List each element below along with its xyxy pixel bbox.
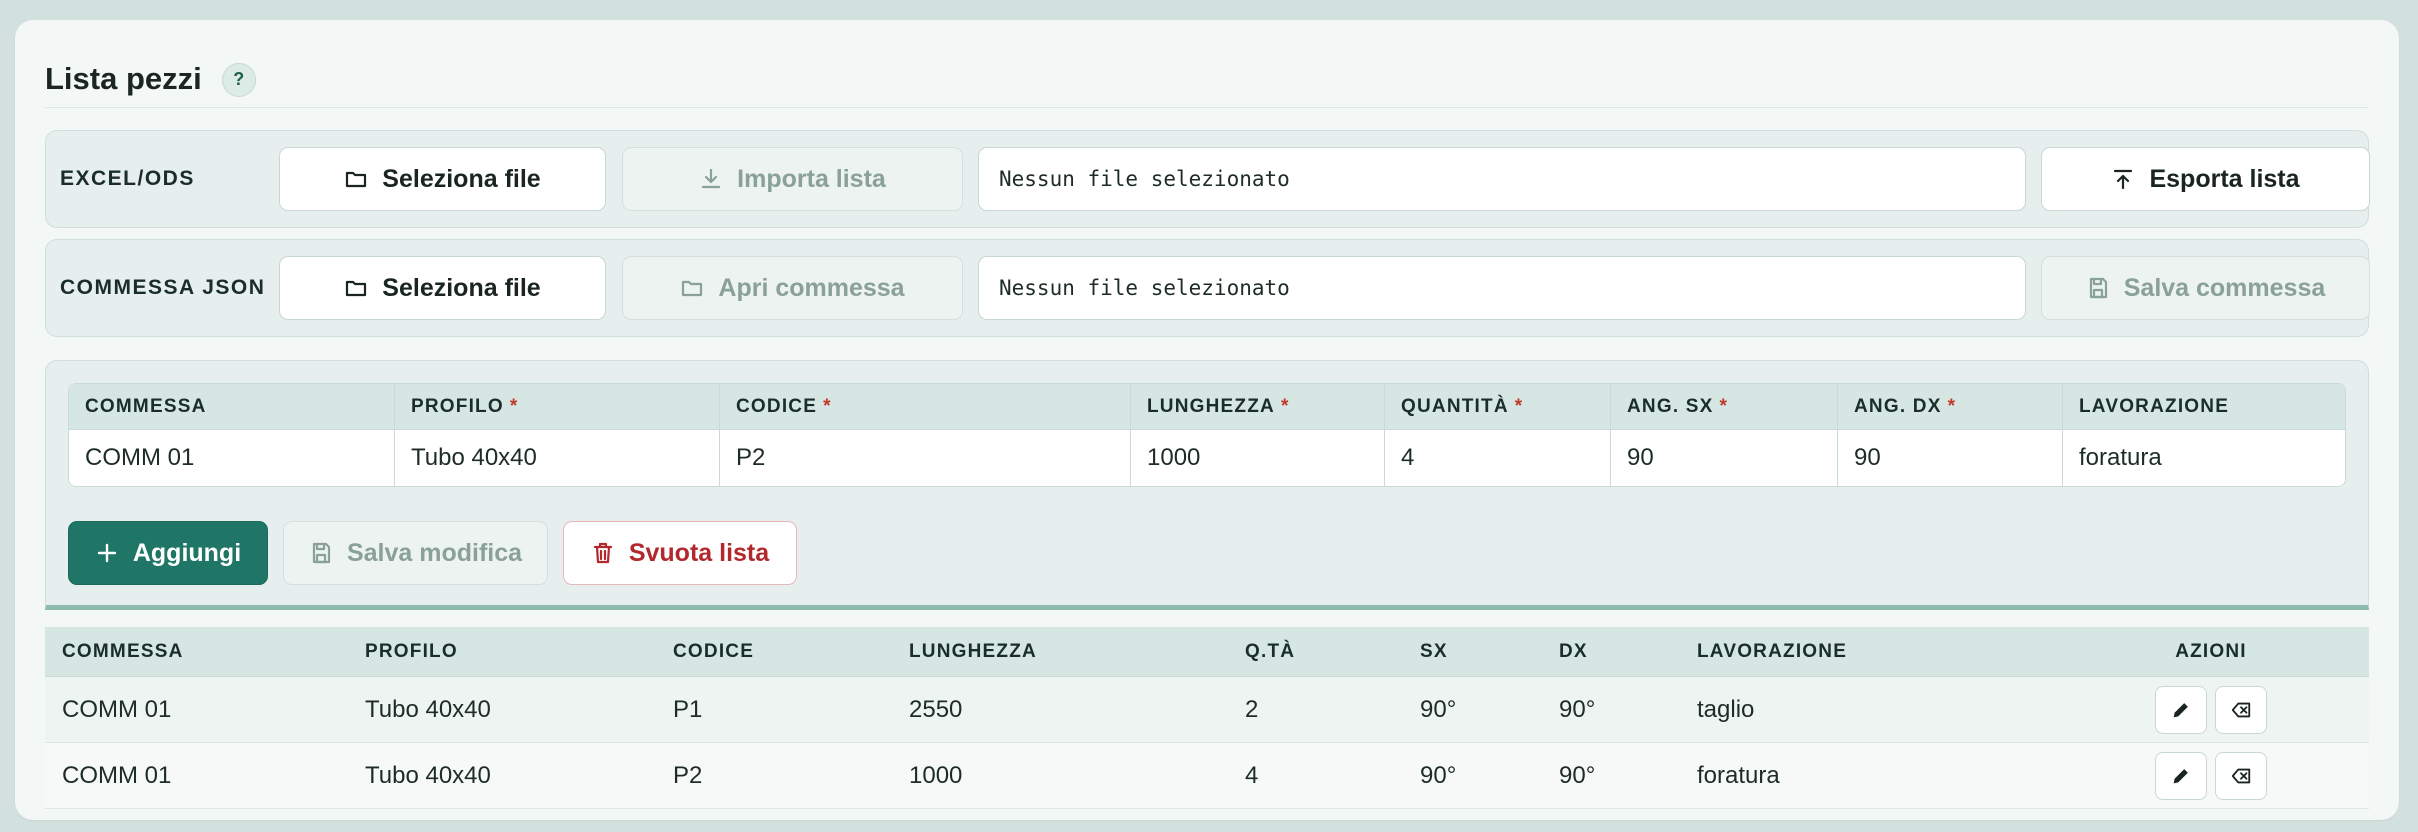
column-header: LUNGHEZZA: [909, 640, 1037, 662]
form-header-cell: LAVORAZIONE: [2079, 395, 2230, 417]
form-inputs: COMM 01 Tubo 40x40 P2 1000 4 90 90 forat…: [69, 429, 2345, 486]
column-header: LAVORAZIONE: [1697, 640, 1848, 662]
piece-form: COMMESSA PROFILO * CODICE * LUNGHEZZA * QUA…: [68, 383, 2346, 487]
save-edit-button[interactable]: Salva modifica: [283, 521, 548, 585]
cell-sx: 90°: [1420, 695, 1457, 723]
open-commessa-label: Apri commessa: [718, 273, 905, 302]
import-list-label: Importa lista: [737, 164, 886, 193]
lavorazione-input[interactable]: foratura: [2063, 430, 2345, 486]
form-header-cell: QUANTITÀ *: [1385, 384, 1611, 429]
floppy-icon: [2089, 277, 2107, 299]
save-commessa-button[interactable]: Salva commessa: [2041, 256, 2370, 320]
json-label: COMMESSA JSON: [60, 276, 266, 299]
cell-lunghezza: 2550: [909, 695, 963, 723]
delete-row-button[interactable]: [2215, 685, 2267, 734]
save-edit-label: Salva modifica: [346, 538, 523, 567]
pencil-icon: [2173, 768, 2188, 783]
column-header: CODICE: [673, 640, 755, 662]
column-header: COMMESSA: [62, 640, 184, 662]
cell-azioni: [2113, 685, 2309, 734]
export-list-button[interactable]: Esporta lista: [2041, 147, 2370, 211]
cell-quantita: 4: [1245, 761, 1259, 789]
cell-sx: 90°: [1420, 761, 1457, 789]
import-list-button[interactable]: Importa lista: [622, 147, 963, 211]
cell-commessa: COMM 01: [62, 761, 172, 789]
edit-row-button[interactable]: [2155, 685, 2207, 734]
add-label: Aggiungi: [132, 538, 242, 567]
form-header-cell: ANG. DX *: [1838, 384, 2063, 429]
folder-icon: [346, 280, 367, 297]
cell-codice: P2: [673, 761, 703, 789]
clear-list-button[interactable]: Svuota lista: [563, 521, 797, 585]
column-header: DX: [1559, 640, 1588, 662]
json-select-file-label: Seleziona file: [382, 273, 541, 302]
cell-profilo: Tubo 40x40: [365, 695, 491, 723]
export-list-label: Esporta lista: [2149, 164, 2300, 193]
excel-row: EXCEL/ODS Seleziona file Importa lista N…: [45, 130, 2370, 228]
cell-commessa: COMM 01: [62, 695, 172, 723]
trash-icon: [593, 542, 612, 564]
cell-azioni: [2113, 751, 2309, 800]
edit-row-button[interactable]: [2155, 751, 2207, 800]
cell-dx: 90°: [1559, 695, 1596, 723]
floppy-icon: [312, 542, 331, 564]
form-header-cell: LUNGHEZZA *: [1131, 384, 1385, 429]
backspace-icon: [2231, 768, 2251, 783]
download-icon: [702, 168, 721, 189]
excel-file-status: Nessun file selezionato: [978, 147, 2026, 211]
cell-lavorazione: foratura: [1697, 761, 1780, 789]
delete-row-button[interactable]: [2215, 751, 2267, 800]
save-commessa-label: Salva commessa: [2123, 273, 2326, 302]
form-header-cell: ANG. SX *: [1611, 384, 1838, 429]
lunghezza-input[interactable]: 1000: [1131, 430, 1385, 486]
form-header-cell: PROFILO *: [395, 384, 720, 429]
column-header: PROFILO: [365, 640, 458, 662]
cell-dx: 90°: [1559, 761, 1596, 789]
codice-input[interactable]: P2: [720, 430, 1131, 486]
pieces-table: COMMESSA PROFILO CODICE LUNGHEZZA Q.TÀ S…: [45, 627, 2369, 809]
quantita-input[interactable]: 4: [1385, 430, 1611, 486]
json-row: COMMESSA JSON Seleziona file Apri commes…: [45, 239, 2370, 337]
help-icon[interactable]: ?: [221, 62, 256, 97]
table-header: COMMESSA PROFILO CODICE LUNGHEZZA Q.TÀ S…: [45, 627, 2369, 677]
open-commessa-button[interactable]: Apri commessa: [622, 256, 963, 320]
main-card: Lista pezzi ? EXCEL/ODS Seleziona file I…: [15, 20, 2399, 820]
table-row: COMM 01 Tubo 40x40 P2 1000 4 90° 90° for…: [45, 743, 2369, 809]
ang-dx-input[interactable]: 90: [1838, 430, 2063, 486]
cell-lavorazione: taglio: [1697, 695, 1755, 723]
json-file-status: Nessun file selezionato: [978, 256, 2026, 320]
clear-list-label: Svuota lista: [628, 538, 770, 567]
folder-icon: [346, 171, 367, 188]
cell-quantita: 2: [1245, 695, 1259, 723]
excel-select-file-label: Seleziona file: [382, 164, 541, 193]
piece-editor: COMMESSA PROFILO * CODICE * LUNGHEZZA * QUA…: [45, 360, 2369, 610]
ang-sx-input[interactable]: 90: [1611, 430, 1838, 486]
plus-icon: [97, 543, 117, 563]
column-header: SX: [1420, 640, 1448, 662]
excel-select-file-button[interactable]: Seleziona file: [279, 147, 606, 211]
profilo-input[interactable]: Tubo 40x40: [395, 430, 720, 486]
cell-lunghezza: 1000: [909, 761, 963, 789]
commessa-input[interactable]: COMM 01: [69, 430, 395, 486]
form-header-cell: COMMESSA: [69, 384, 395, 429]
folder-open-icon: [682, 280, 703, 297]
json-select-file-button[interactable]: Seleziona file: [279, 256, 606, 320]
page-title: Lista pezzi: [45, 60, 202, 96]
backspace-icon: [2231, 702, 2251, 717]
cell-codice: P1: [673, 695, 703, 723]
upload-icon: [2114, 169, 2133, 190]
add-button[interactable]: Aggiungi: [68, 521, 268, 585]
pencil-icon: [2173, 702, 2188, 717]
cell-profilo: Tubo 40x40: [365, 761, 491, 789]
excel-label: EXCEL/ODS: [60, 167, 195, 190]
column-header: AZIONI: [2175, 640, 2247, 662]
table-row: COMM 01 Tubo 40x40 P1 2550 2 90° 90° tag…: [45, 677, 2369, 743]
form-header-cell: CODICE *: [720, 384, 1131, 429]
page-header: Lista pezzi ?: [45, 50, 2369, 108]
column-header: Q.TÀ: [1245, 640, 1296, 662]
form-header: COMMESSA PROFILO * CODICE * LUNGHEZZA * QUA…: [69, 384, 2345, 429]
